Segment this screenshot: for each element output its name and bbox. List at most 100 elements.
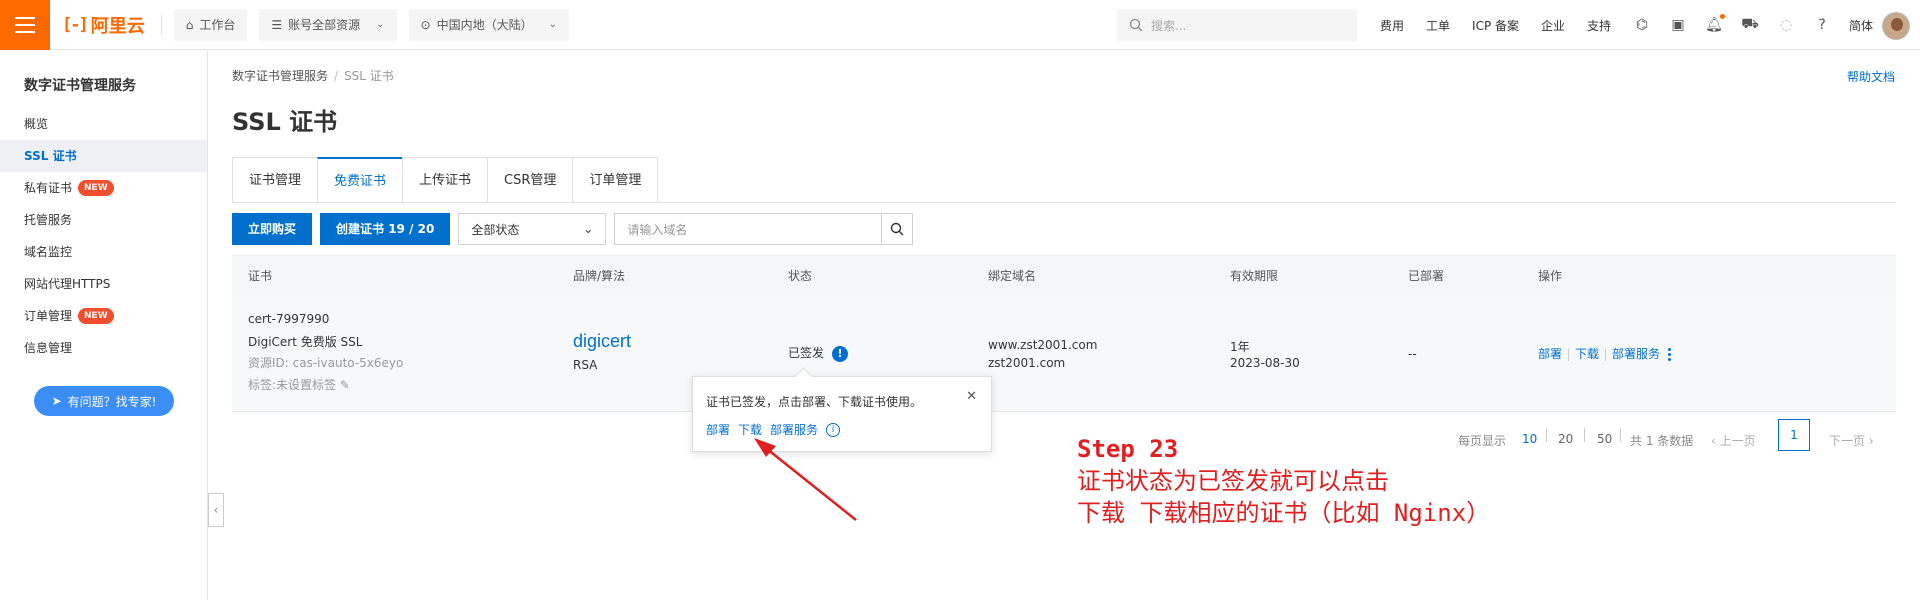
sidebar-item-private-cert[interactable]: 私有证书 NEW [0,172,207,204]
region-label: 中国内地（大陆） [436,18,533,32]
annotation-step: Step 23 [1077,435,1179,463]
support-link[interactable]: 支持 [1587,17,1611,34]
chevron-right-icon: › [1865,434,1874,448]
help-icon[interactable]: ? [1813,16,1831,34]
breadcrumb-item[interactable]: 数字证书管理服务 [232,69,328,83]
sidebar-item-https-proxy[interactable]: 网站代理HTTPS [0,268,207,300]
chevron-down-icon: ⌄ [548,19,557,30]
sidebar-item-info-management[interactable]: 信息管理 [0,332,207,364]
sidebar-item-label: 托管服务 [24,213,73,227]
status-info-icon[interactable]: ! [832,345,849,362]
close-icon[interactable]: ✕ [966,389,977,404]
sidebar-item-label: 网站代理HTTPS [24,277,111,291]
sidebar-item-label: SSL 证书 [24,149,77,163]
icp-link[interactable]: ICP 备案 [1472,17,1519,34]
search-icon [891,222,904,236]
prev-page-button[interactable]: ‹ 上一页 [1711,432,1756,449]
page-size-option[interactable]: 10 [1522,432,1537,446]
cloud-shell-icon[interactable]: ▣ [1669,16,1687,34]
sidebar-item-managed-service[interactable]: 托管服务 [0,204,207,236]
more-actions-icon[interactable] [1668,348,1672,361]
ticket-link[interactable]: 工单 [1426,17,1450,34]
sidebar-item-order-management[interactable]: 订单管理 NEW [0,300,207,332]
tab-free-cert[interactable]: 免费证书 [317,157,403,203]
domain-search-input[interactable]: 请输入域名 [614,213,883,245]
page-size-option[interactable]: 50 [1597,432,1612,446]
domain-search-button[interactable] [881,213,914,245]
column-header: 已部署 [1408,269,1445,283]
column-header: 品牌/算法 [573,269,626,283]
resource-group-icon: ☰ [271,17,283,32]
chevron-left-icon: ‹ [213,503,219,517]
sidebar-item-overview[interactable]: 概览 [0,108,207,140]
tab-divider [232,202,1896,203]
bell-icon[interactable]: 🔔︎ [1705,14,1726,34]
cert-id: cert-7997990 [248,312,330,326]
sidebar-title: 数字证书管理服务 [24,78,136,94]
popover-message: 证书已签发，点击部署、下载证书使用。 [706,395,923,409]
account-resources-dropdown[interactable]: ☰ 账号全部资源 ⌄ [259,8,397,41]
deployed-value: -- [1408,347,1417,361]
validity-period: 1年 [1230,340,1250,354]
sidebar-item-label: 信息管理 [24,341,73,355]
new-badge: NEW [78,308,114,324]
aliyun-logo-mark-icon: [-] [62,14,89,35]
sidebar-collapse-button[interactable]: ‹ [208,493,224,527]
tab-cert-management[interactable]: 证书管理 [232,157,318,203]
download-link[interactable]: 下载 [1575,347,1599,361]
divider [1605,348,1607,361]
lightbulb-icon[interactable]: ◌ [1777,16,1795,34]
popover-deploy-link[interactable]: 部署 [706,421,730,438]
ask-expert-button[interactable]: ➤ 有问题？找专家! [34,386,174,416]
buy-now-button[interactable]: 立即购买 [232,213,313,245]
annotation-line: 下载 下载相应的证书（比如 Nginx） [1077,499,1491,527]
digicert-logo: digicert [573,331,631,352]
create-cert-button[interactable]: 创建证书 19 / 20 [320,213,451,245]
tab-bar: 证书管理 免费证书 上传证书 CSR管理 订单管理 [232,157,659,203]
workbench-button[interactable]: ⌂ 工作台 [173,8,248,41]
divider [1568,348,1570,361]
workbench-label: 工作台 [199,18,236,32]
status-select-value: 全部状态 [471,222,520,237]
hamburger-menu-button[interactable] [0,0,50,50]
search-placeholder: 搜索... [1151,18,1187,33]
divider [1546,428,1547,442]
status-select[interactable]: 全部状态 ⌄ [458,213,607,245]
billing-link[interactable]: 费用 [1380,17,1404,34]
terminal-icon[interactable]: ⌬ [1633,16,1651,34]
search-icon [1129,18,1143,32]
algorithm: RSA [573,358,598,372]
user-avatar[interactable] [1882,12,1910,40]
prev-page-label: 上一页 [1719,434,1756,448]
help-docs-link[interactable]: 帮助文档 [1847,68,1895,85]
global-search-input[interactable]: 搜索... [1117,9,1357,41]
region-dropdown[interactable]: ⊙ 中国内地（大陆） ⌄ [408,8,569,41]
sidebar-item-label: 概览 [24,117,49,131]
divider [160,14,162,35]
tab-order-management[interactable]: 订单管理 [572,157,659,203]
digicert-logo-text: digicert [573,331,632,351]
home-icon: ⌂ [185,17,194,32]
divider [1620,428,1621,442]
enterprise-link[interactable]: 企业 [1541,17,1565,34]
cert-tags[interactable]: 标签:未设置标签 ✎ [248,376,350,393]
sidebar-item-label: 订单管理 [24,309,73,323]
language-switch[interactable]: 简体 [1849,17,1873,34]
tags-label: 标签:未设置标签 [248,378,337,392]
tab-upload-cert[interactable]: 上传证书 [402,157,488,203]
sidebar-item-ssl-cert[interactable]: SSL 证书 [0,140,207,172]
deploy-service-link[interactable]: 部署服务 [1612,347,1660,361]
page-number-current[interactable]: 1 [1778,419,1810,451]
next-page-button[interactable]: 下一页 › [1829,432,1874,449]
table-header: 证书 品牌/算法 状态 绑定域名 有效期限 已部署 操作 [232,254,1896,296]
page-size-option[interactable]: 20 [1558,432,1573,446]
tab-csr-management[interactable]: CSR管理 [487,157,573,203]
deploy-link[interactable]: 部署 [1538,347,1562,361]
status-cell: 已签发! [788,344,849,362]
cart-icon[interactable]: ⛟ [1741,16,1759,34]
aliyun-logo[interactable]: [-] 阿里云 [62,12,145,38]
pin-icon: ➤ [51,394,62,408]
domain-input-placeholder: 请输入域名 [627,222,688,237]
sidebar-item-domain-monitor[interactable]: 域名监控 [0,236,207,268]
row-actions: 部署 下载 部署服务 [1538,345,1672,362]
